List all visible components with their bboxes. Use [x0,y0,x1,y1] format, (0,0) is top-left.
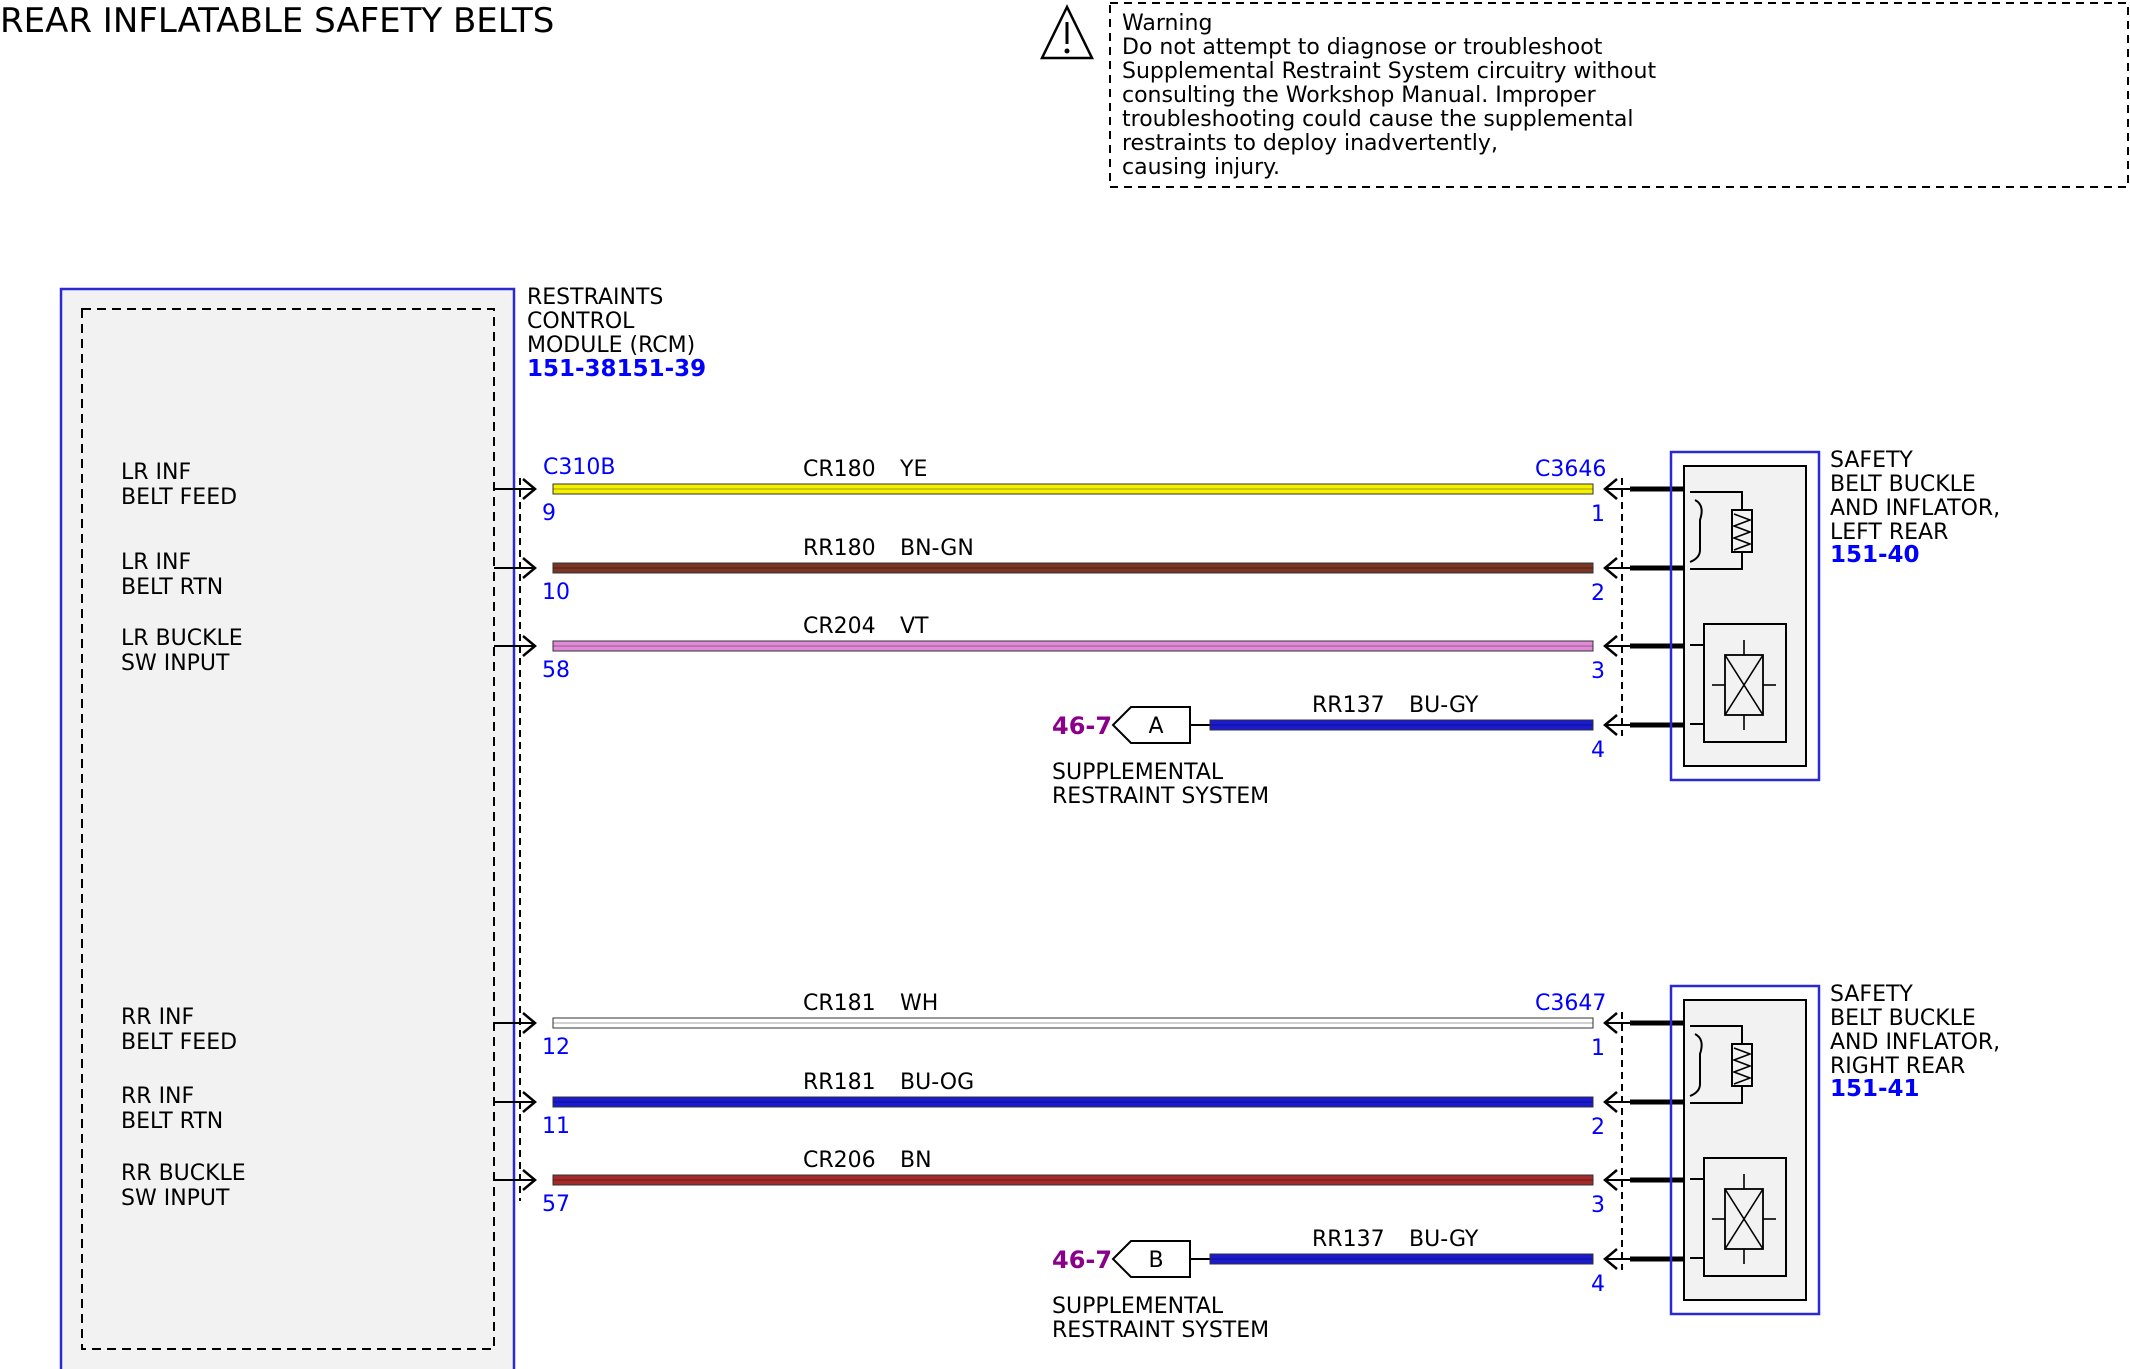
warning-line: Supplemental Restraint System circuitry … [1122,59,1656,84]
rcm-pin-number: 57 [542,1192,570,1217]
wire-color-code: BN-GN [900,536,974,561]
warning-line: restraints to deploy inadvertently, [1122,131,1498,156]
lr-component-ref-link[interactable]: 151-40 [1830,542,1920,568]
comp-pin-number: 4 [1591,1272,1605,1297]
comp-pin-number: 1 [1591,502,1605,527]
warning-line: troubleshooting could cause the suppleme… [1122,107,1633,132]
wire-circuit: CR181 [803,991,876,1016]
rcm-pin-label: LR BUCKLE [121,626,243,651]
wire-circuit: RR137 [1312,1227,1385,1252]
lr-component-name: SAFETY BELT BUCKLE AND INFLATOR, LEFT REAR [1830,448,2000,545]
lr-connector-id[interactable]: C3646 [1535,457,1606,482]
srs-link-label: SUPPLEMENTAL RESTRAINT SYSTEM [1052,760,1269,809]
rcm-pin-label: BELT RTN [121,575,223,600]
warning-triangle-icon [1039,4,1095,60]
wire-circuit: CR206 [803,1148,876,1173]
rr-connector-id[interactable]: C3647 [1535,991,1606,1016]
wire-color-code: BU-OG [900,1070,974,1095]
srs-link-letter: B [1148,1248,1163,1273]
rcm-pin-number: 10 [542,580,570,605]
wire-color-code: WH [900,991,938,1016]
rcm-pin-number: 12 [542,1035,570,1060]
lr-buckle-inflator[interactable] [1669,450,1821,782]
srs-link-letter: A [1148,714,1163,739]
rr-buckle-inflator[interactable] [1669,984,1821,1316]
rcm-pin-number: 58 [542,658,570,683]
warning-line: Warning [1122,11,1212,36]
warning-box: Warning Do not attempt to diagnose or tr… [1039,2,2129,188]
rcm-pin-label: SW INPUT [121,1186,230,1211]
wire-circuit: RR181 [803,1070,876,1095]
wire-circuit: CR204 [803,614,876,639]
wire-color-code: BN [900,1148,932,1173]
rcm-pin-number: 9 [542,501,556,526]
comp-pin-number: 3 [1591,659,1605,684]
wire-circuit: CR180 [803,457,876,482]
srs-link-label: SUPPLEMENTAL RESTRAINT SYSTEM [1052,1294,1269,1343]
rcm-pin-label: BELT RTN [121,1109,223,1134]
svg-text:LR BUCKLESW INPUT: LR BUCKLE SW INPUT [121,626,243,676]
rr-component-name: SAFETY BELT BUCKLE AND INFLATOR, RIGHT REAR [1830,982,2000,1079]
svg-text:RR BUCKLESW INPUT: RR BUCKLE SW INPUT [121,1161,246,1211]
rcm-pin-label: BELT FEED [121,1030,237,1055]
page-title: REAR INFLATABLE SAFETY BELTS [0,1,554,41]
rcm-name: RESTRAINTS CONTROL MODULE (RCM) [527,285,695,358]
rcm-pin-label: BELT FEED [121,485,237,510]
comp-pin-number: 2 [1591,581,1605,606]
rcm-connector-id[interactable]: C310B [543,455,615,480]
wire-color-code: YE [899,457,927,482]
wire-circuit: RR137 [1312,693,1385,718]
wire-color-code: VT [900,614,929,639]
rcm-pin-label: RR INF [121,1084,194,1109]
rcm-ref-link[interactable]: 151-38151-39 [527,356,706,382]
wire-color-code: BU-GY [1409,1227,1479,1252]
srs-link-page[interactable]: 46-7 [1052,1246,1112,1274]
wiring-diagram: REAR INFLATABLE SAFETY BELTS Warning Do … [0,1,2129,1369]
comp-pin-number: 2 [1591,1115,1605,1140]
wire-color-code: BU-GY [1409,693,1479,718]
rcm-module[interactable]: LR INF BELT FEED LR INF BELT RTN LR BUCKLE… [59,287,516,1369]
srs-link-page[interactable]: 46-7 [1052,712,1112,740]
wires-group: CR180 YE 9 1 RR180 BN-GN 10 2 CR204 VT 58 3 RR137 BU-… [494,457,1690,1297]
rcm-pin-number: 11 [542,1114,570,1139]
comp-pin-number: 4 [1591,738,1605,763]
rcm-pin-label: RR BUCKLE [121,1161,246,1186]
warning-line: causing injury. [1122,155,1280,180]
rr-component-ref-link[interactable]: 151-41 [1830,1076,1920,1102]
rcm-pin-label: RR INF [121,1005,194,1030]
wire-circuit: RR180 [803,536,876,561]
warning-line: Do not attempt to diagnose or troublesho… [1122,35,1603,60]
rcm-pin-label: LR INF [121,460,191,485]
rcm-pin-label: LR INF [121,550,191,575]
warning-line: consulting the Workshop Manual. Improper [1122,83,1597,108]
comp-pin-number: 1 [1591,1036,1605,1061]
rcm-pin-label: SW INPUT [121,651,230,676]
comp-pin-number: 3 [1591,1193,1605,1218]
